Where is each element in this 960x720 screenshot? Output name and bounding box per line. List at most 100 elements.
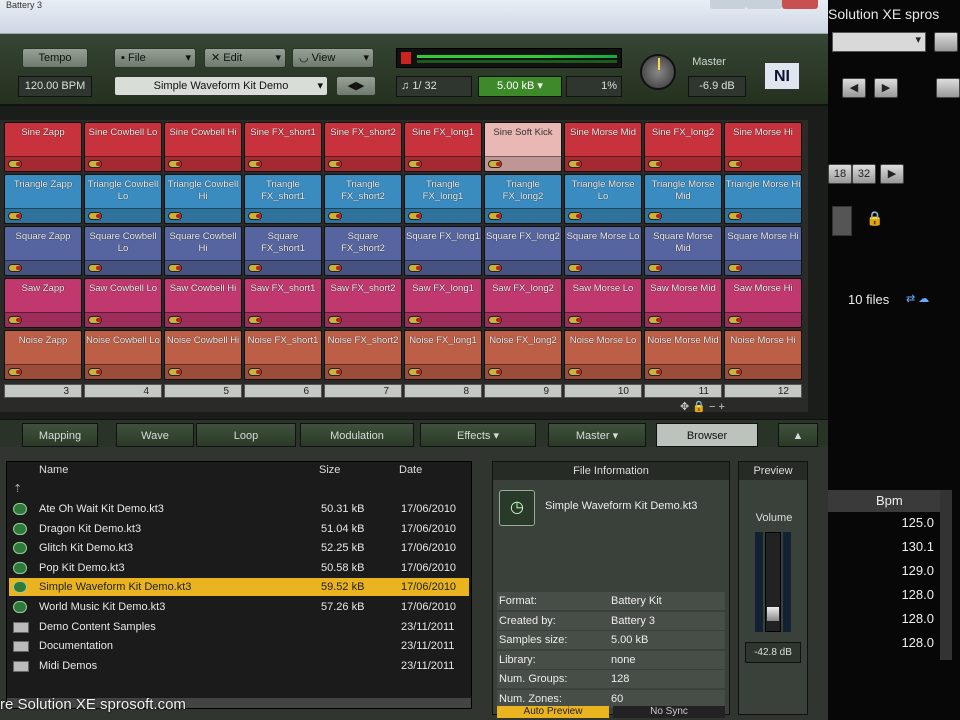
view-menu[interactable]: ◡ View ▾ — [292, 48, 374, 68]
pad-led-icon[interactable] — [248, 160, 262, 168]
pad-led-icon[interactable] — [8, 212, 22, 220]
pad-led-icon[interactable] — [8, 316, 22, 324]
drum-pad[interactable]: Saw FX_long2 — [484, 278, 562, 328]
volume-slider[interactable] — [765, 532, 781, 632]
pad-led-icon[interactable] — [648, 264, 662, 272]
drum-pad[interactable]: Noise FX_long1 — [404, 330, 482, 380]
drum-pad[interactable]: Noise Morse Hi — [724, 330, 802, 380]
maximize-button[interactable] — [746, 0, 782, 9]
pad-led-icon[interactable] — [88, 160, 102, 168]
drum-pad[interactable]: Triangle Morse Hi — [724, 174, 802, 224]
pad-led-icon[interactable] — [248, 368, 262, 376]
pad-led-icon[interactable] — [248, 212, 262, 220]
pad-led-icon[interactable] — [168, 316, 182, 324]
file-row[interactable]: Demo Content Samples 23/11/2011 — [9, 618, 469, 636]
pad-led-icon[interactable] — [408, 212, 422, 220]
drum-pad[interactable]: Sine Morse Mid — [564, 122, 642, 172]
file-row[interactable]: Midi Demos 23/11/2011 — [9, 657, 469, 675]
bpm-value[interactable]: 129.0 — [828, 560, 940, 582]
volume-slider-thumb[interactable] — [767, 607, 779, 621]
drum-pad[interactable]: Sine FX_short1 — [244, 122, 322, 172]
drum-pad[interactable]: Square Zapp — [4, 226, 82, 276]
drum-pad[interactable]: Saw Morse Hi — [724, 278, 802, 328]
no-sync-button[interactable]: No Sync — [613, 706, 725, 718]
drum-pad[interactable]: Sine Morse Hi — [724, 122, 802, 172]
kit-name-select[interactable]: Simple Waveform Kit Demo ▾ — [114, 76, 328, 96]
drum-pad[interactable]: Sine Cowbell Lo — [84, 122, 162, 172]
background-button[interactable] — [934, 32, 958, 52]
file-row[interactable]: Pop Kit Demo.kt3 50.58 kB 17/06/2010 — [9, 559, 469, 577]
tab-mapping[interactable]: Mapping — [22, 423, 98, 447]
pad-led-icon[interactable] — [648, 212, 662, 220]
collapse-button[interactable]: ▲ — [778, 423, 818, 447]
file-row[interactable]: Documentation 23/11/2011 — [9, 637, 469, 655]
pad-led-icon[interactable] — [648, 368, 662, 376]
bpm-value[interactable]: 130.1 — [828, 536, 940, 558]
pad-led-icon[interactable] — [88, 368, 102, 376]
pad-led-icon[interactable] — [168, 368, 182, 376]
pad-led-icon[interactable] — [168, 264, 182, 272]
arrow-left-icon[interactable]: ◀ — [842, 78, 866, 98]
drum-pad[interactable]: Square FX_long2 — [484, 226, 562, 276]
pad-led-icon[interactable] — [328, 212, 342, 220]
pad-led-icon[interactable] — [248, 264, 262, 272]
pad-led-icon[interactable] — [728, 316, 742, 324]
close-button[interactable] — [782, 0, 818, 9]
drum-pad[interactable]: Square FX_long1 — [404, 226, 482, 276]
tab-browser[interactable]: Browser — [656, 423, 758, 447]
pad-led-icon[interactable] — [168, 212, 182, 220]
drum-pad[interactable]: Saw FX_long1 — [404, 278, 482, 328]
drum-pad[interactable]: Triangle FX_short1 — [244, 174, 322, 224]
pad-led-icon[interactable] — [88, 212, 102, 220]
background-button[interactable] — [936, 78, 960, 98]
auto-preview-button[interactable]: Auto Preview — [497, 706, 609, 718]
drum-pad[interactable]: Triangle Cowbell Lo — [84, 174, 162, 224]
pad-led-icon[interactable] — [728, 160, 742, 168]
play-icon[interactable]: ▶ — [880, 164, 904, 184]
bpm-value[interactable]: 128.0 — [828, 632, 940, 654]
tempo-value[interactable]: 120.00 BPM — [18, 76, 92, 97]
drum-pad[interactable]: Noise FX_short2 — [324, 330, 402, 380]
pad-led-icon[interactable] — [648, 316, 662, 324]
bpm-value[interactable]: 128.0 — [828, 608, 940, 630]
pad-led-icon[interactable] — [328, 368, 342, 376]
pad-led-icon[interactable] — [488, 212, 502, 220]
tab-master[interactable]: Master ▾ — [548, 423, 646, 447]
pad-led-icon[interactable] — [8, 368, 22, 376]
bpm-value[interactable]: 125.0 — [828, 512, 940, 534]
drum-pad[interactable]: Saw FX_short1 — [244, 278, 322, 328]
drum-pad[interactable]: Sine Cowbell Hi — [164, 122, 242, 172]
drum-pad[interactable]: Noise Morse Mid — [644, 330, 722, 380]
drum-pad[interactable]: Noise Zapp — [4, 330, 82, 380]
drum-pad[interactable]: Noise FX_short1 — [244, 330, 322, 380]
pad-led-icon[interactable] — [248, 316, 262, 324]
drum-pad[interactable]: Square Morse Hi — [724, 226, 802, 276]
file-row[interactable]: World Music Kit Demo.kt3 57.26 kB 17/06/20… — [9, 598, 469, 616]
drum-pad[interactable]: Triangle Morse Lo — [564, 174, 642, 224]
minimize-button[interactable] — [710, 0, 746, 9]
arrow-right-icon[interactable]: ▶ — [874, 78, 898, 98]
pad-led-icon[interactable] — [8, 160, 22, 168]
drum-pad[interactable]: Square Morse Mid — [644, 226, 722, 276]
drum-pad[interactable]: Square FX_short2 — [324, 226, 402, 276]
drum-pad[interactable]: Saw Zapp — [4, 278, 82, 328]
pad-led-icon[interactable] — [408, 160, 422, 168]
pad-led-icon[interactable] — [648, 160, 662, 168]
pad-led-icon[interactable] — [488, 264, 502, 272]
drum-pad[interactable]: Saw Cowbell Hi — [164, 278, 242, 328]
pad-led-icon[interactable] — [728, 264, 742, 272]
file-row[interactable]: Dragon Kit Demo.kt3 51.04 kB 17/06/2010 — [9, 520, 469, 538]
drum-pad[interactable]: Square Cowbell Hi — [164, 226, 242, 276]
drum-pad[interactable]: Triangle Morse Mid — [644, 174, 722, 224]
memory-display[interactable]: 5.00 kB ▾ — [478, 76, 562, 97]
drum-pad[interactable]: Sine FX_long1 — [404, 122, 482, 172]
master-volume-knob[interactable] — [640, 54, 676, 90]
pad-led-icon[interactable] — [568, 160, 582, 168]
drum-pad[interactable]: Square FX_short1 — [244, 226, 322, 276]
bpm-header[interactable]: Bpm — [828, 490, 940, 512]
pad-led-icon[interactable] — [88, 316, 102, 324]
bpm-value[interactable]: 128.0 — [828, 584, 940, 606]
background-32-button[interactable]: 32 — [852, 164, 876, 184]
col-header-date[interactable]: Date — [399, 462, 422, 478]
drum-pad[interactable]: Sine Zapp — [4, 122, 82, 172]
